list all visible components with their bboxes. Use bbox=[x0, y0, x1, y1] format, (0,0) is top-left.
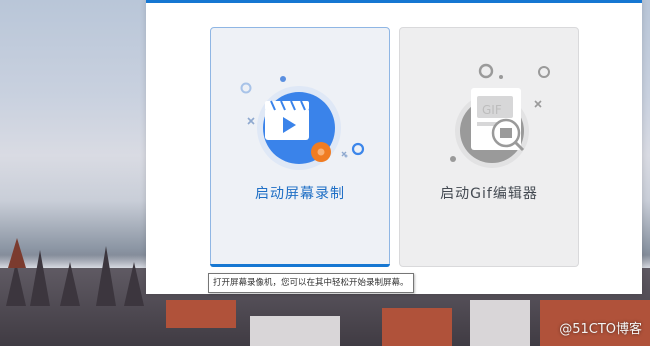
wallpaper-tree bbox=[60, 262, 80, 306]
start-gif-editor-label: 启动Gif编辑器 bbox=[440, 186, 538, 202]
wallpaper-tree bbox=[124, 262, 144, 306]
wallpaper-tree bbox=[6, 262, 26, 306]
watermark: @51CTO博客 bbox=[559, 322, 642, 337]
wallpaper-spire bbox=[8, 238, 26, 268]
wallpaper-roof bbox=[250, 316, 340, 346]
screen-recording-tooltip: 打开屏幕录像机，您可以在其中轻松开始录制屏幕。 bbox=[208, 273, 414, 293]
wallpaper-roof bbox=[470, 300, 530, 346]
active-underline bbox=[210, 264, 390, 267]
start-gif-editor-card[interactable]: GIF 启动Gif编辑器 bbox=[399, 27, 579, 267]
wallpaper-roof bbox=[166, 300, 236, 328]
wallpaper-tree bbox=[96, 246, 116, 306]
gif-editor-icon: GIF bbox=[450, 63, 550, 168]
launcher-dialog: 启动屏幕录制 GIF 启动Gif编辑器 bbox=[146, 0, 642, 294]
video-camera-icon bbox=[240, 76, 365, 170]
wallpaper-roof bbox=[382, 308, 452, 346]
start-screen-recording-label: 启动屏幕录制 bbox=[255, 186, 345, 202]
start-screen-recording-card[interactable]: 启动屏幕录制 bbox=[210, 27, 390, 267]
wallpaper-tree bbox=[30, 250, 50, 306]
svg-text:GIF: GIF bbox=[482, 103, 502, 117]
